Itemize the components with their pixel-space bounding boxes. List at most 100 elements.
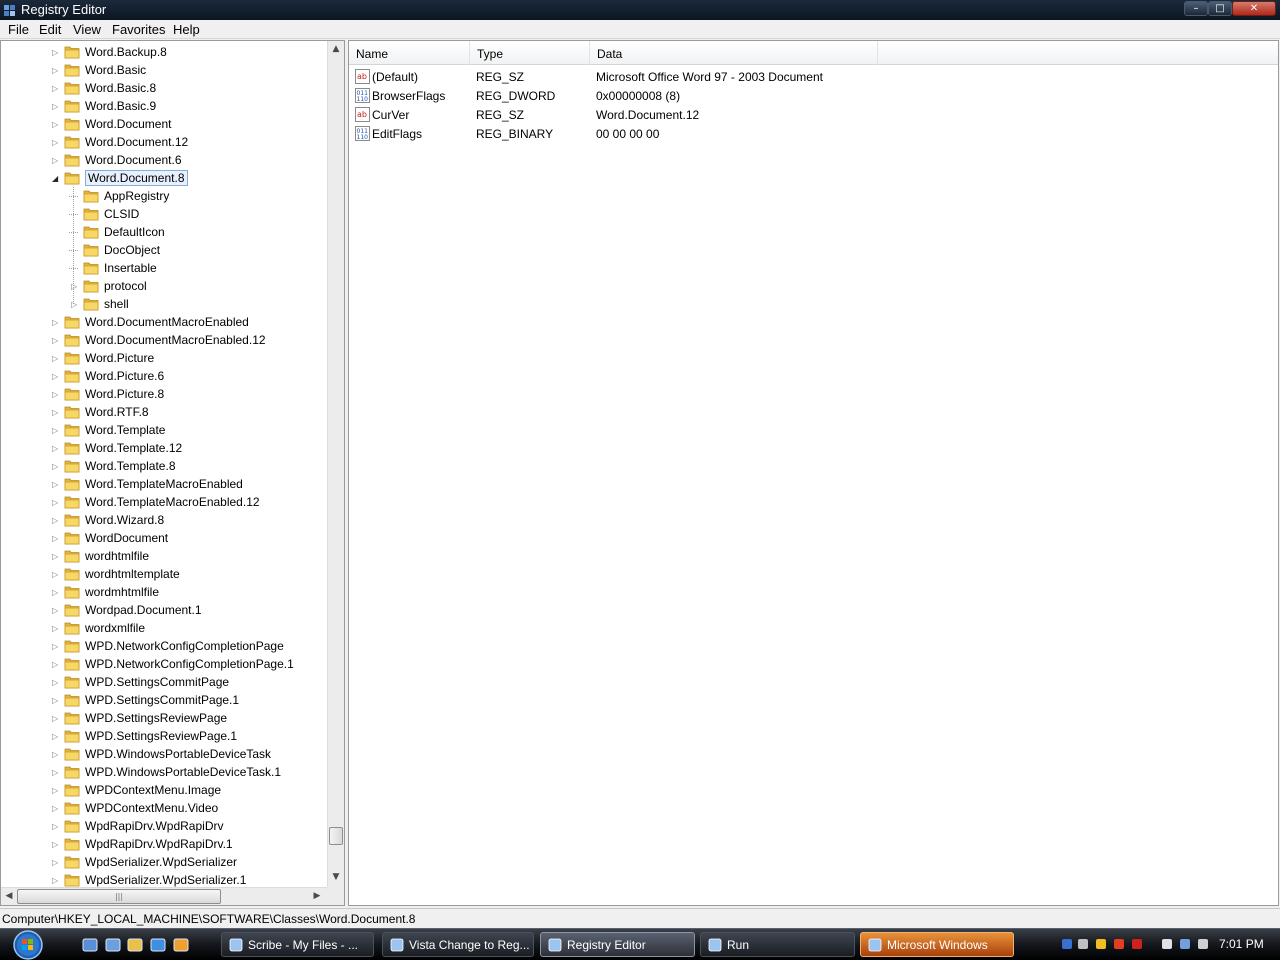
tree-horizontal-scrollbar[interactable]: ◀ ||| ▶: [1, 887, 327, 905]
tree-item[interactable]: ▷ Word.Document: [1, 115, 331, 133]
expand-triangle-icon[interactable]: ▷: [52, 480, 60, 489]
tree-item[interactable]: ▷ wordmhtmlfile: [1, 583, 331, 601]
expand-triangle-icon[interactable]: ▷: [52, 318, 60, 327]
tree-item[interactable]: ▷ Word.Basic.9: [1, 97, 331, 115]
tree-horizontal-scroll-thumb[interactable]: |||: [17, 889, 221, 904]
expand-triangle-icon[interactable]: ▷: [52, 444, 60, 453]
taskbar-button[interactable]: Scribe - My Files - ...: [221, 932, 374, 957]
expand-triangle-icon[interactable]: ▷: [52, 678, 60, 687]
taskbar-button[interactable]: Run: [700, 932, 855, 957]
expand-triangle-icon[interactable]: ▷: [52, 48, 60, 57]
column-header-data[interactable]: Data: [590, 41, 878, 65]
value-row[interactable]: ab CurVer REG_SZ Word.Document.12: [349, 105, 1278, 124]
tree-item[interactable]: ▷ Word.Picture: [1, 349, 331, 367]
tree-item[interactable]: ▷ shell: [1, 295, 331, 313]
expand-triangle-icon[interactable]: ▷: [52, 588, 60, 597]
expand-triangle-icon[interactable]: ▷: [52, 372, 60, 381]
tree-item[interactable]: ▷ WPDContextMenu.Video: [1, 799, 331, 817]
expand-triangle-icon[interactable]: ▷: [52, 462, 60, 471]
expand-triangle-icon[interactable]: ▷: [52, 408, 60, 417]
tree-item[interactable]: ▷ Word.Backup.8: [1, 43, 331, 61]
tree-item[interactable]: ▷ Word.Wizard.8: [1, 511, 331, 529]
switch-windows-icon[interactable]: [105, 937, 121, 953]
expand-triangle-icon[interactable]: ▷: [52, 606, 60, 615]
tree-item[interactable]: ▷ Word.Template.12: [1, 439, 331, 457]
tree-item[interactable]: CLSID: [1, 205, 331, 223]
expand-triangle-icon[interactable]: ▷: [52, 750, 60, 759]
expand-triangle-icon[interactable]: ▷: [52, 822, 60, 831]
scroll-up-arrow-icon[interactable]: ▲: [328, 41, 344, 58]
expand-triangle-icon[interactable]: ▷: [52, 660, 60, 669]
tree-item[interactable]: ▷ WPD.WindowsPortableDeviceTask.1: [1, 763, 331, 781]
tree-item[interactable]: ▷ Word.Basic.8: [1, 79, 331, 97]
key-tree-pane[interactable]: ▷ Word.Backup.8 ▷ Word.Basic ▷ Word.Basic.8 ▷ W…: [0, 40, 345, 906]
tree-item[interactable]: ▷ WPD.SettingsReviewPage.1: [1, 727, 331, 745]
tree-item[interactable]: ▷ WPD.SettingsCommitPage.1: [1, 691, 331, 709]
media-player-icon[interactable]: [173, 937, 189, 953]
network-connection-icon[interactable]: [1178, 937, 1192, 951]
taskbar-button[interactable]: Registry Editor: [540, 932, 695, 957]
tree-item[interactable]: ▷ Word.Template: [1, 421, 331, 439]
network-signal-icon[interactable]: [1076, 937, 1090, 951]
tree-item[interactable]: ▷ Word.Document.12: [1, 133, 331, 151]
tree-item[interactable]: ▷ WPD.WindowsPortableDeviceTask: [1, 745, 331, 763]
tree-item[interactable]: ▷ Wordpad.Document.1: [1, 601, 331, 619]
expand-triangle-icon[interactable]: ▷: [52, 390, 60, 399]
tree-item[interactable]: ▷ WPD.SettingsReviewPage: [1, 709, 331, 727]
expand-triangle-icon[interactable]: ▷: [52, 156, 60, 165]
tree-item[interactable]: ▷ WordDocument: [1, 529, 331, 547]
tree-item[interactable]: ▷ WPDContextMenu.Image: [1, 781, 331, 799]
volume-icon[interactable]: [1196, 937, 1210, 951]
tree-item[interactable]: ▷ WpdSerializer.WpdSerializer: [1, 853, 331, 871]
tree-item[interactable]: DocObject: [1, 241, 331, 259]
expand-triangle-icon[interactable]: ▷: [52, 336, 60, 345]
expand-triangle-icon[interactable]: ▷: [52, 714, 60, 723]
expand-triangle-icon[interactable]: ▷: [52, 138, 60, 147]
menu-favorites[interactable]: Favorites: [112, 22, 165, 37]
tree-item[interactable]: ▷ Word.RTF.8: [1, 403, 331, 421]
value-row[interactable]: 011 110 EditFlags REG_BINARY 00 00 00 00: [349, 124, 1278, 143]
menu-file[interactable]: File: [8, 22, 29, 37]
expand-triangle-icon[interactable]: ▷: [52, 768, 60, 777]
windows-flag-icon[interactable]: [1112, 937, 1126, 951]
expand-triangle-icon[interactable]: ▷: [52, 786, 60, 795]
tree-item[interactable]: ▷ Word.Basic: [1, 61, 331, 79]
expand-triangle-icon[interactable]: ▷: [52, 102, 60, 111]
clock[interactable]: 7:01 PM: [1219, 937, 1264, 951]
tree-item[interactable]: ▷ protocol: [1, 277, 331, 295]
tree-item[interactable]: ▷ WPD.NetworkConfigCompletionPage: [1, 637, 331, 655]
title-bar[interactable]: Registry Editor – □ ✕: [0, 0, 1280, 20]
expand-triangle-icon[interactable]: ▷: [52, 66, 60, 75]
tree-item[interactable]: ◢ Word.Document.8: [1, 169, 331, 187]
values-list-pane[interactable]: Name Type Data ab (Default) REG_SZ Microsof…: [348, 40, 1279, 906]
column-header-type[interactable]: Type: [470, 41, 590, 65]
expand-triangle-icon[interactable]: ▷: [52, 498, 60, 507]
expand-triangle-icon[interactable]: ▷: [52, 876, 60, 885]
expand-triangle-icon[interactable]: ▷: [52, 354, 60, 363]
column-header-name[interactable]: Name: [349, 41, 470, 65]
tree-item[interactable]: ▷ WpdRapiDrv.WpdRapiDrv: [1, 817, 331, 835]
tree-item[interactable]: ▷ wordhtmlfile: [1, 547, 331, 565]
internet-explorer-icon[interactable]: [150, 937, 166, 953]
tree-item[interactable]: AppRegistry: [1, 187, 331, 205]
tree-item[interactable]: ▷ Word.Template.8: [1, 457, 331, 475]
expand-triangle-icon[interactable]: ▷: [52, 624, 60, 633]
scroll-down-arrow-icon[interactable]: ▼: [328, 869, 344, 886]
start-button-icon[interactable]: [6, 930, 50, 960]
antivirus-icon[interactable]: [1130, 937, 1144, 951]
tree-item[interactable]: ▷ wordhtmltemplate: [1, 565, 331, 583]
expand-triangle-icon[interactable]: ▷: [52, 570, 60, 579]
tree-item[interactable]: ▷ WpdRapiDrv.WpdRapiDrv.1: [1, 835, 331, 853]
maximize-button[interactable]: □: [1208, 1, 1232, 16]
expand-triangle-icon[interactable]: ▷: [52, 426, 60, 435]
tree-item[interactable]: ▷ WPD.NetworkConfigCompletionPage.1: [1, 655, 331, 673]
expand-triangle-icon[interactable]: ▷: [52, 696, 60, 705]
battery-icon[interactable]: [1160, 937, 1174, 951]
tree-item[interactable]: ▷ wordxmlfile: [1, 619, 331, 637]
value-row[interactable]: ab (Default) REG_SZ Microsoft Office Word 9…: [349, 67, 1278, 86]
minimize-button[interactable]: –: [1184, 1, 1208, 16]
scroll-left-arrow-icon[interactable]: ◀: [1, 888, 17, 905]
bluetooth-icon[interactable]: [1060, 937, 1074, 951]
collapse-triangle-icon[interactable]: ◢: [52, 174, 60, 183]
expand-triangle-icon[interactable]: ▷: [52, 642, 60, 651]
